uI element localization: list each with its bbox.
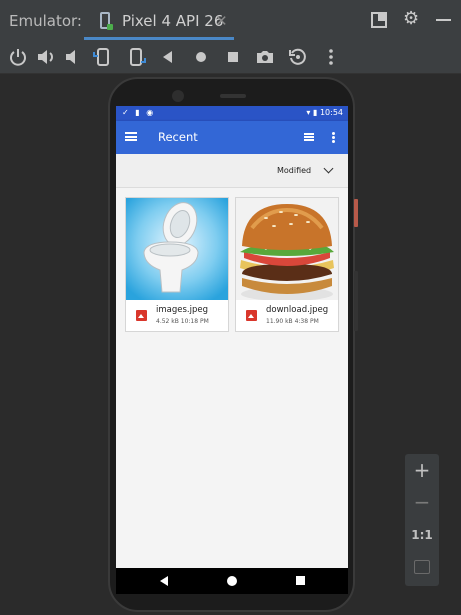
rotate-right-icon[interactable] — [125, 46, 147, 68]
tool-window-title: Emulator: — [9, 12, 82, 30]
toilet-thumbnail — [126, 198, 228, 300]
tab-pixel-4-api-26[interactable]: Pixel 4 API 26 ✕ — [84, 4, 234, 40]
hamburger-menu-icon[interactable] — [125, 132, 137, 141]
minimize-icon[interactable] — [436, 19, 451, 21]
file-meta: 4.52 kB 10:18 PM — [156, 318, 209, 325]
image-file-icon — [246, 310, 257, 321]
file-card[interactable]: images.jpeg 4.52 kB 10:18 PM — [125, 197, 229, 332]
device-frame: ✓ ▮ ◉ ▾ ▮ 10:54 Recent Modified images.j… — [108, 77, 358, 612]
system-nav-bar — [116, 568, 348, 594]
chevron-down-icon[interactable] — [323, 163, 334, 174]
tool-window-header: Emulator: Pixel 4 API 26 ✕ ⚙ — [0, 0, 461, 40]
burger-thumbnail — [236, 198, 338, 300]
tab-label: Pixel 4 API 26 — [122, 12, 224, 30]
volume-down-icon[interactable] — [62, 46, 84, 68]
status-bar: ✓ ▮ ◉ ▾ ▮ 10:54 — [116, 106, 348, 121]
fit-screen-icon[interactable] — [414, 560, 430, 574]
image-file-icon — [136, 310, 147, 321]
home-icon[interactable] — [190, 46, 212, 68]
file-grid: images.jpeg 4.52 kB 10:18 PM download.jp… — [116, 188, 348, 594]
nav-home-icon[interactable] — [227, 576, 237, 586]
app-bar-title: Recent — [158, 130, 198, 144]
overflow-menu-icon[interactable] — [332, 132, 335, 143]
power-key[interactable] — [354, 199, 358, 227]
app-bar: Recent — [116, 121, 348, 154]
zoom-controls: + − 1:1 — [405, 454, 439, 586]
earpiece-speaker — [220, 94, 246, 98]
volume-key[interactable] — [354, 271, 358, 331]
file-card[interactable]: download.jpeg 11.90 kB 4:38 PM — [235, 197, 339, 332]
list-view-icon[interactable] — [304, 133, 314, 141]
file-meta: 11.90 kB 4:38 PM — [266, 318, 319, 325]
snapshot-icon[interactable] — [287, 46, 309, 68]
file-name: download.jpeg — [266, 305, 329, 315]
zoom-out-button[interactable]: − — [405, 490, 439, 514]
gear-icon[interactable]: ⚙ — [403, 9, 419, 29]
status-time: ▾ ▮ 10:54 — [306, 108, 343, 117]
tab-close-icon[interactable]: ✕ — [215, 12, 228, 30]
float-window-icon[interactable] — [371, 12, 387, 28]
power-icon[interactable] — [7, 46, 29, 68]
nav-recents-icon[interactable] — [296, 576, 305, 585]
more-options-icon[interactable] — [320, 46, 342, 68]
sort-dropdown[interactable]: Modified — [277, 166, 311, 175]
device-screen: ✓ ▮ ◉ ▾ ▮ 10:54 Recent Modified images.j… — [116, 106, 348, 594]
sort-bar: Modified — [116, 154, 348, 188]
file-name: images.jpeg — [156, 305, 208, 315]
actual-size-button[interactable]: 1:1 — [405, 528, 439, 542]
front-camera — [172, 90, 184, 102]
nav-back-icon[interactable] — [160, 576, 168, 586]
camera-icon[interactable] — [254, 46, 276, 68]
overview-icon[interactable] — [222, 46, 244, 68]
back-icon[interactable] — [157, 46, 179, 68]
device-phone-icon — [100, 12, 113, 30]
volume-up-icon[interactable] — [35, 46, 57, 68]
emulator-toolbar — [0, 40, 461, 74]
zoom-in-button[interactable]: + — [405, 458, 439, 482]
notification-icons: ✓ ▮ ◉ — [122, 108, 156, 117]
rotate-left-icon[interactable] — [92, 46, 114, 68]
